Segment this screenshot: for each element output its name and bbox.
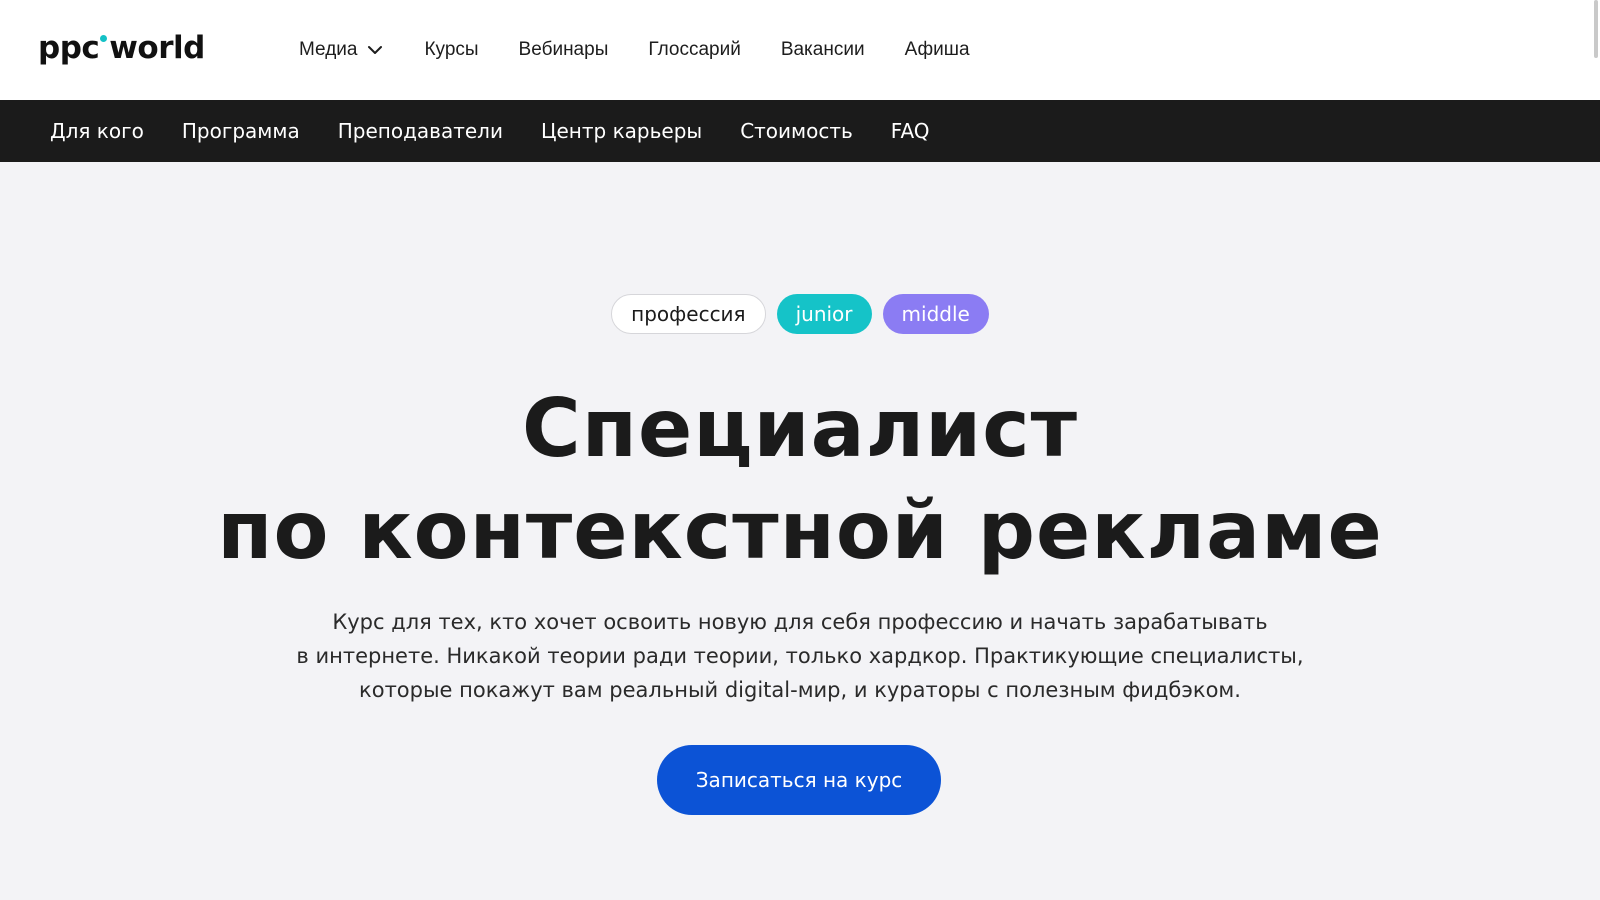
- main-nav: Медиа Курсы Вебинары Глоссарий Вакансии …: [299, 36, 1010, 64]
- logo[interactable]: ppc world: [38, 30, 205, 66]
- scrollbar[interactable]: [1590, 0, 1600, 900]
- tag-junior: junior: [776, 294, 872, 334]
- logo-dot-icon: [100, 35, 108, 42]
- nav-vacancies[interactable]: Вакансии: [781, 39, 865, 61]
- section-nav-program[interactable]: Программа: [182, 119, 300, 143]
- page-title-line-1: Специалист: [521, 382, 1078, 475]
- tag-profession: профессия: [611, 294, 766, 334]
- logo-text-left: ppc: [38, 30, 100, 66]
- scrollbar-thumb[interactable]: [1594, 0, 1598, 58]
- logo-text-right: world: [109, 30, 205, 66]
- section-nav-career-center[interactable]: Центр карьеры: [541, 119, 702, 143]
- page: ppc world Медиа Курсы Вебинары Глоссарий …: [0, 0, 1600, 900]
- tag-list: профессия junior middle: [0, 294, 1600, 334]
- tag-middle: middle: [882, 294, 989, 334]
- chevron-down-icon: [368, 46, 383, 54]
- section-nav-teachers[interactable]: Преподаватели: [338, 119, 503, 143]
- section-nav-price[interactable]: Стоимость: [740, 119, 853, 143]
- section-nav: Для кого Программа Преподаватели Центр к…: [0, 100, 1600, 162]
- nav-media-label: Медиа: [299, 39, 358, 60]
- section-nav-for-whom[interactable]: Для кого: [50, 119, 144, 143]
- description-line-3: которые покажут вам реальный digital-мир…: [359, 678, 1241, 702]
- nav-glossary[interactable]: Глоссарий: [648, 39, 740, 61]
- course-description: Курс для тех, кто хочет освоить новую дл…: [0, 605, 1600, 707]
- description-line-1: Курс для тех, кто хочет освоить новую дл…: [332, 610, 1268, 634]
- nav-courses[interactable]: Курсы: [424, 39, 478, 61]
- nav-events[interactable]: Афиша: [905, 39, 970, 61]
- top-header: ppc world Медиа Курсы Вебинары Глоссарий …: [0, 0, 1600, 100]
- enroll-button[interactable]: Записаться на курс: [657, 745, 941, 815]
- nav-media[interactable]: Медиа: [299, 39, 384, 61]
- page-title: Специалист по контекстной рекламе: [0, 378, 1600, 582]
- nav-webinars[interactable]: Вебинары: [519, 39, 609, 61]
- page-title-line-2: по контекстной рекламе: [217, 484, 1383, 577]
- description-line-2: в интернете. Никакой теории ради теории,…: [296, 644, 1304, 668]
- section-nav-faq[interactable]: FAQ: [891, 119, 930, 143]
